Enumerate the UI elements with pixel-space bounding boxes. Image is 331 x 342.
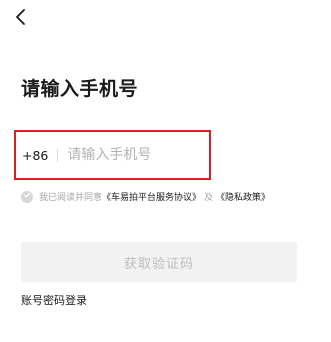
get-verification-code-button[interactable]: 获取验证码 bbox=[21, 242, 297, 282]
country-code-selector[interactable]: +86 bbox=[22, 148, 48, 163]
privacy-policy-link[interactable]: 《隐私政策》 bbox=[216, 190, 270, 203]
agreement-checkbox[interactable] bbox=[21, 190, 33, 203]
chevron-left-icon bbox=[14, 8, 28, 26]
agreement-prefix-text: 我已阅读并同意 bbox=[39, 193, 103, 203]
check-circle-icon bbox=[23, 191, 31, 202]
agreement-row: 我已阅读并同意 《车易拍平台服务协议》 及 《隐私政策》 bbox=[21, 190, 270, 203]
phone-input-group: +86 bbox=[14, 130, 211, 180]
phone-number-input[interactable] bbox=[67, 147, 198, 163]
agreement-separator: 及 bbox=[204, 193, 214, 203]
back-button[interactable] bbox=[10, 6, 32, 28]
page-title: 请输入手机号 bbox=[21, 78, 139, 100]
service-agreement-link[interactable]: 《车易拍平台服务协议》 bbox=[102, 190, 201, 203]
password-login-link[interactable]: 账号密码登录 bbox=[21, 292, 87, 308]
country-code-divider bbox=[57, 148, 59, 162]
